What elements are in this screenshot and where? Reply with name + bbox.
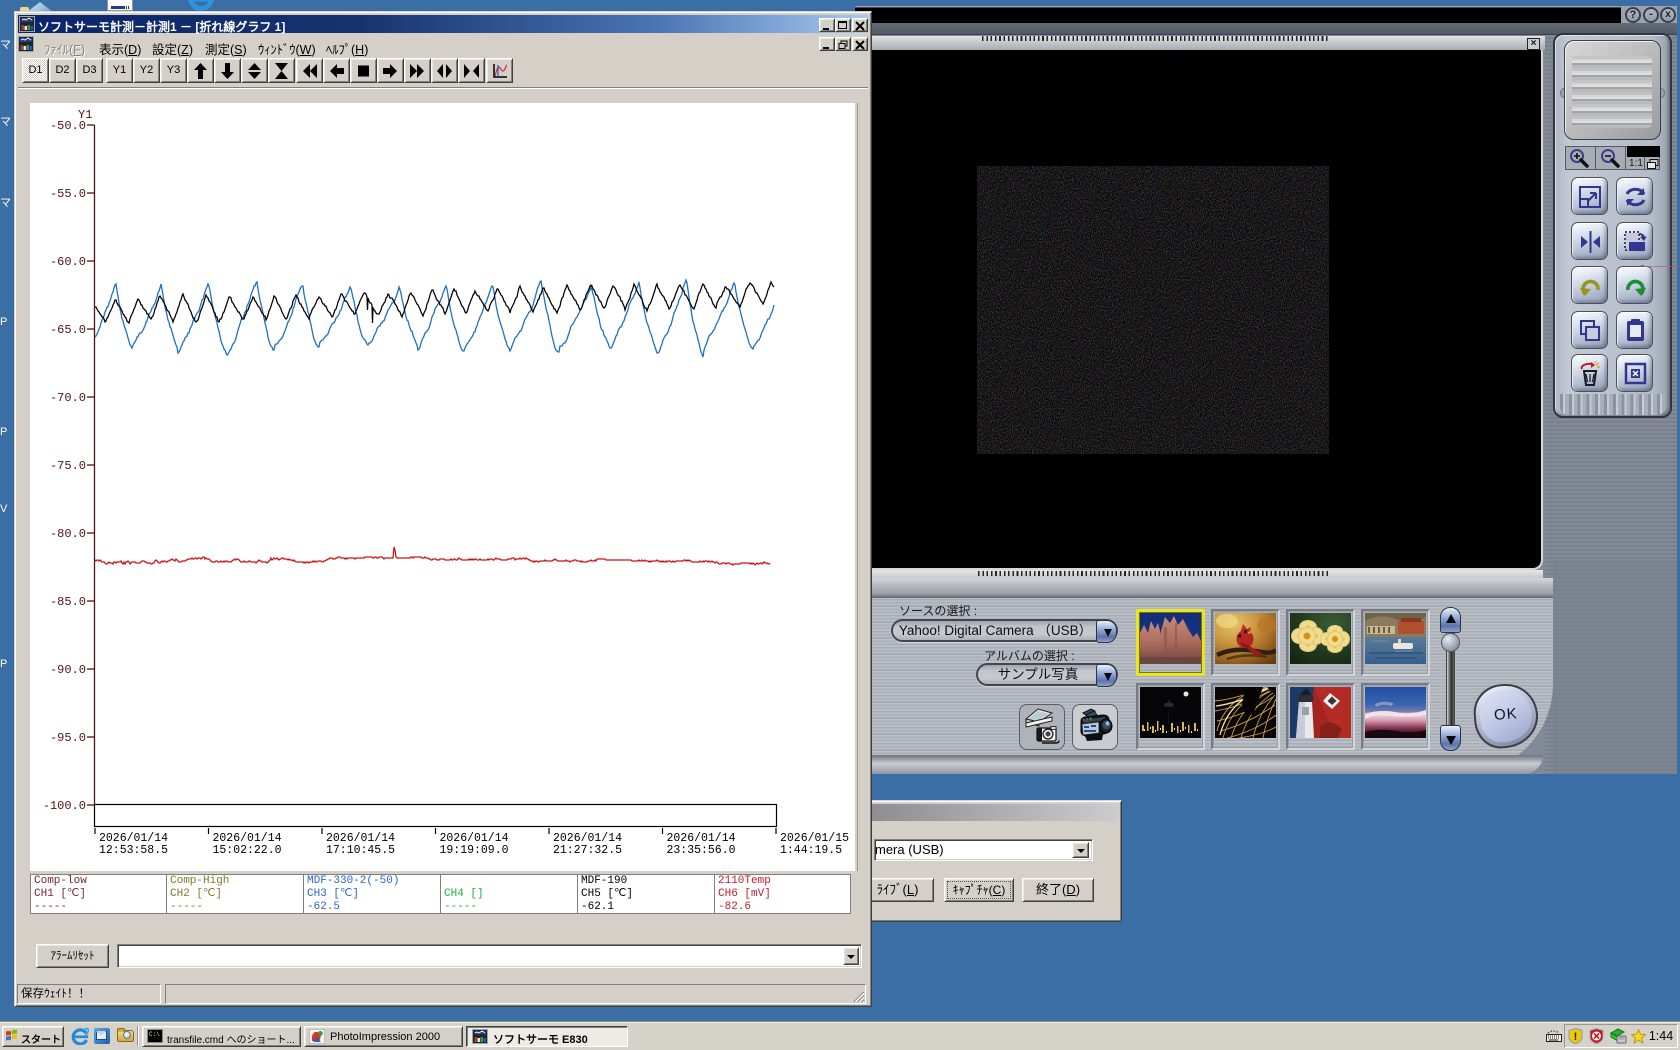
svg-text:-85.0: -85.0 — [50, 595, 86, 609]
svg-text:15:02:22.0: 15:02:22.0 — [213, 844, 282, 857]
svg-text:-75.0: -75.0 — [50, 459, 86, 473]
svg-text:12:53:58.5: 12:53:58.5 — [99, 844, 168, 857]
svg-text:-55.0: -55.0 — [50, 187, 86, 201]
svg-text:21:27:32.5: 21:27:32.5 — [553, 844, 622, 857]
svg-text:-70.0: -70.0 — [50, 391, 86, 405]
svg-text:-100.0: -100.0 — [43, 799, 86, 813]
svg-text:1:44:19.5: 1:44:19.5 — [780, 844, 842, 857]
svg-text:-95.0: -95.0 — [50, 731, 86, 745]
svg-text:-65.0: -65.0 — [50, 323, 86, 337]
svg-text:-60.0: -60.0 — [50, 255, 86, 269]
svg-text:-80.0: -80.0 — [50, 527, 86, 541]
svg-text:!: ! — [1574, 1031, 1578, 1043]
svg-text:17:10:45.5: 17:10:45.5 — [326, 844, 395, 857]
svg-text:19:19:09.0: 19:19:09.0 — [440, 844, 509, 857]
svg-text:-90.0: -90.0 — [50, 663, 86, 677]
svg-text:23:35:56.0: 23:35:56.0 — [667, 844, 736, 857]
svg-text:-50.0: -50.0 — [50, 119, 86, 133]
